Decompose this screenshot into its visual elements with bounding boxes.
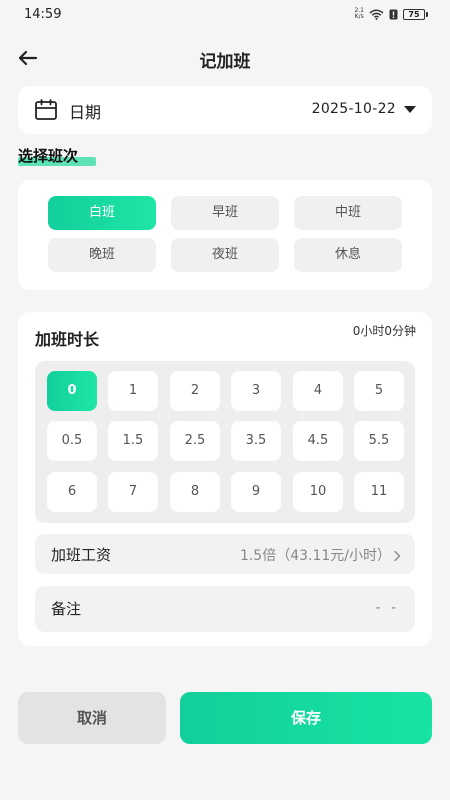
save-button[interactable]: 保存 [180, 692, 432, 744]
note-row[interactable]: 备注 - - [35, 586, 415, 632]
shift-option-early[interactable]: 早班 [171, 196, 279, 230]
status-time: 14:59 [24, 7, 62, 22]
hour-option[interactable]: 10 [293, 472, 343, 512]
hour-option[interactable]: 5 [354, 371, 404, 411]
shift-option-day[interactable]: 白班 [48, 196, 156, 230]
wage-value: 1.5倍（43.11元/小时） [239, 548, 391, 564]
wifi-icon [369, 9, 384, 20]
page-title: 记加班 [199, 52, 251, 72]
date-selector[interactable]: 日期 2025-10-22 [18, 86, 432, 134]
caret-down-icon [404, 106, 416, 113]
hour-option[interactable]: 11 [354, 472, 404, 512]
shift-option-evening[interactable]: 晚班 [48, 238, 156, 272]
shift-option-night[interactable]: 夜班 [171, 238, 279, 272]
hour-option[interactable]: 2.5 [170, 421, 220, 461]
overtime-wage-row[interactable]: 加班工资 1.5倍（43.11元/小时） [35, 534, 415, 574]
network-speed-unit: K/s [354, 13, 364, 20]
shift-option-middle[interactable]: 中班 [294, 196, 402, 230]
hour-option[interactable]: 0 [47, 371, 97, 411]
hour-option[interactable]: 4.5 [293, 421, 343, 461]
date-value: 2025-10-22 [311, 101, 396, 117]
hour-option[interactable]: 1 [108, 371, 158, 411]
status-icons: 2.1 K/s 75 [354, 8, 428, 20]
hour-option[interactable]: 4 [293, 371, 343, 411]
shift-option-rest[interactable]: 休息 [294, 238, 402, 272]
overtime-card: 加班时长 0小时0分钟 0 1 2 3 4 5 0.5 1.5 2.5 3.5 … [18, 312, 432, 646]
date-label: 日期 [69, 103, 102, 122]
hour-option[interactable]: 3.5 [231, 421, 281, 461]
hour-option[interactable]: 0.5 [47, 421, 97, 461]
battery-icon: 75 [403, 8, 428, 20]
hour-option[interactable]: 8 [170, 472, 220, 512]
alert-icon [389, 9, 398, 20]
status-bar: 14:59 2.1 K/s 75 [0, 0, 450, 30]
note-value: - - [375, 600, 399, 616]
hour-option[interactable]: 1.5 [108, 421, 158, 461]
overtime-total: 0小时0分钟 [352, 324, 416, 338]
hour-option[interactable]: 2 [170, 371, 220, 411]
note-label: 备注 [51, 600, 82, 618]
header: 记加班 [0, 40, 450, 76]
chevron-right-icon [393, 547, 401, 566]
cancel-button[interactable]: 取消 [18, 692, 166, 744]
hours-grid: 0 1 2 3 4 5 0.5 1.5 2.5 3.5 4.5 5.5 6 7 … [35, 361, 415, 523]
hour-option[interactable]: 7 [108, 472, 158, 512]
battery-level: 75 [403, 8, 425, 20]
wage-label: 加班工资 [51, 546, 112, 564]
shift-options: 白班 早班 中班 晚班 夜班 休息 [18, 180, 432, 290]
hour-option[interactable]: 9 [231, 472, 281, 512]
hour-option[interactable]: 6 [47, 472, 97, 512]
network-speed: 2.1 K/s [354, 8, 364, 20]
overtime-title: 加班时长 [35, 330, 100, 349]
hour-option[interactable]: 5.5 [354, 421, 404, 461]
shift-section-title: 选择班次 [18, 145, 96, 167]
shift-section-label: 选择班次 [18, 147, 79, 165]
hour-option[interactable]: 3 [231, 371, 281, 411]
calendar-icon [34, 98, 58, 126]
